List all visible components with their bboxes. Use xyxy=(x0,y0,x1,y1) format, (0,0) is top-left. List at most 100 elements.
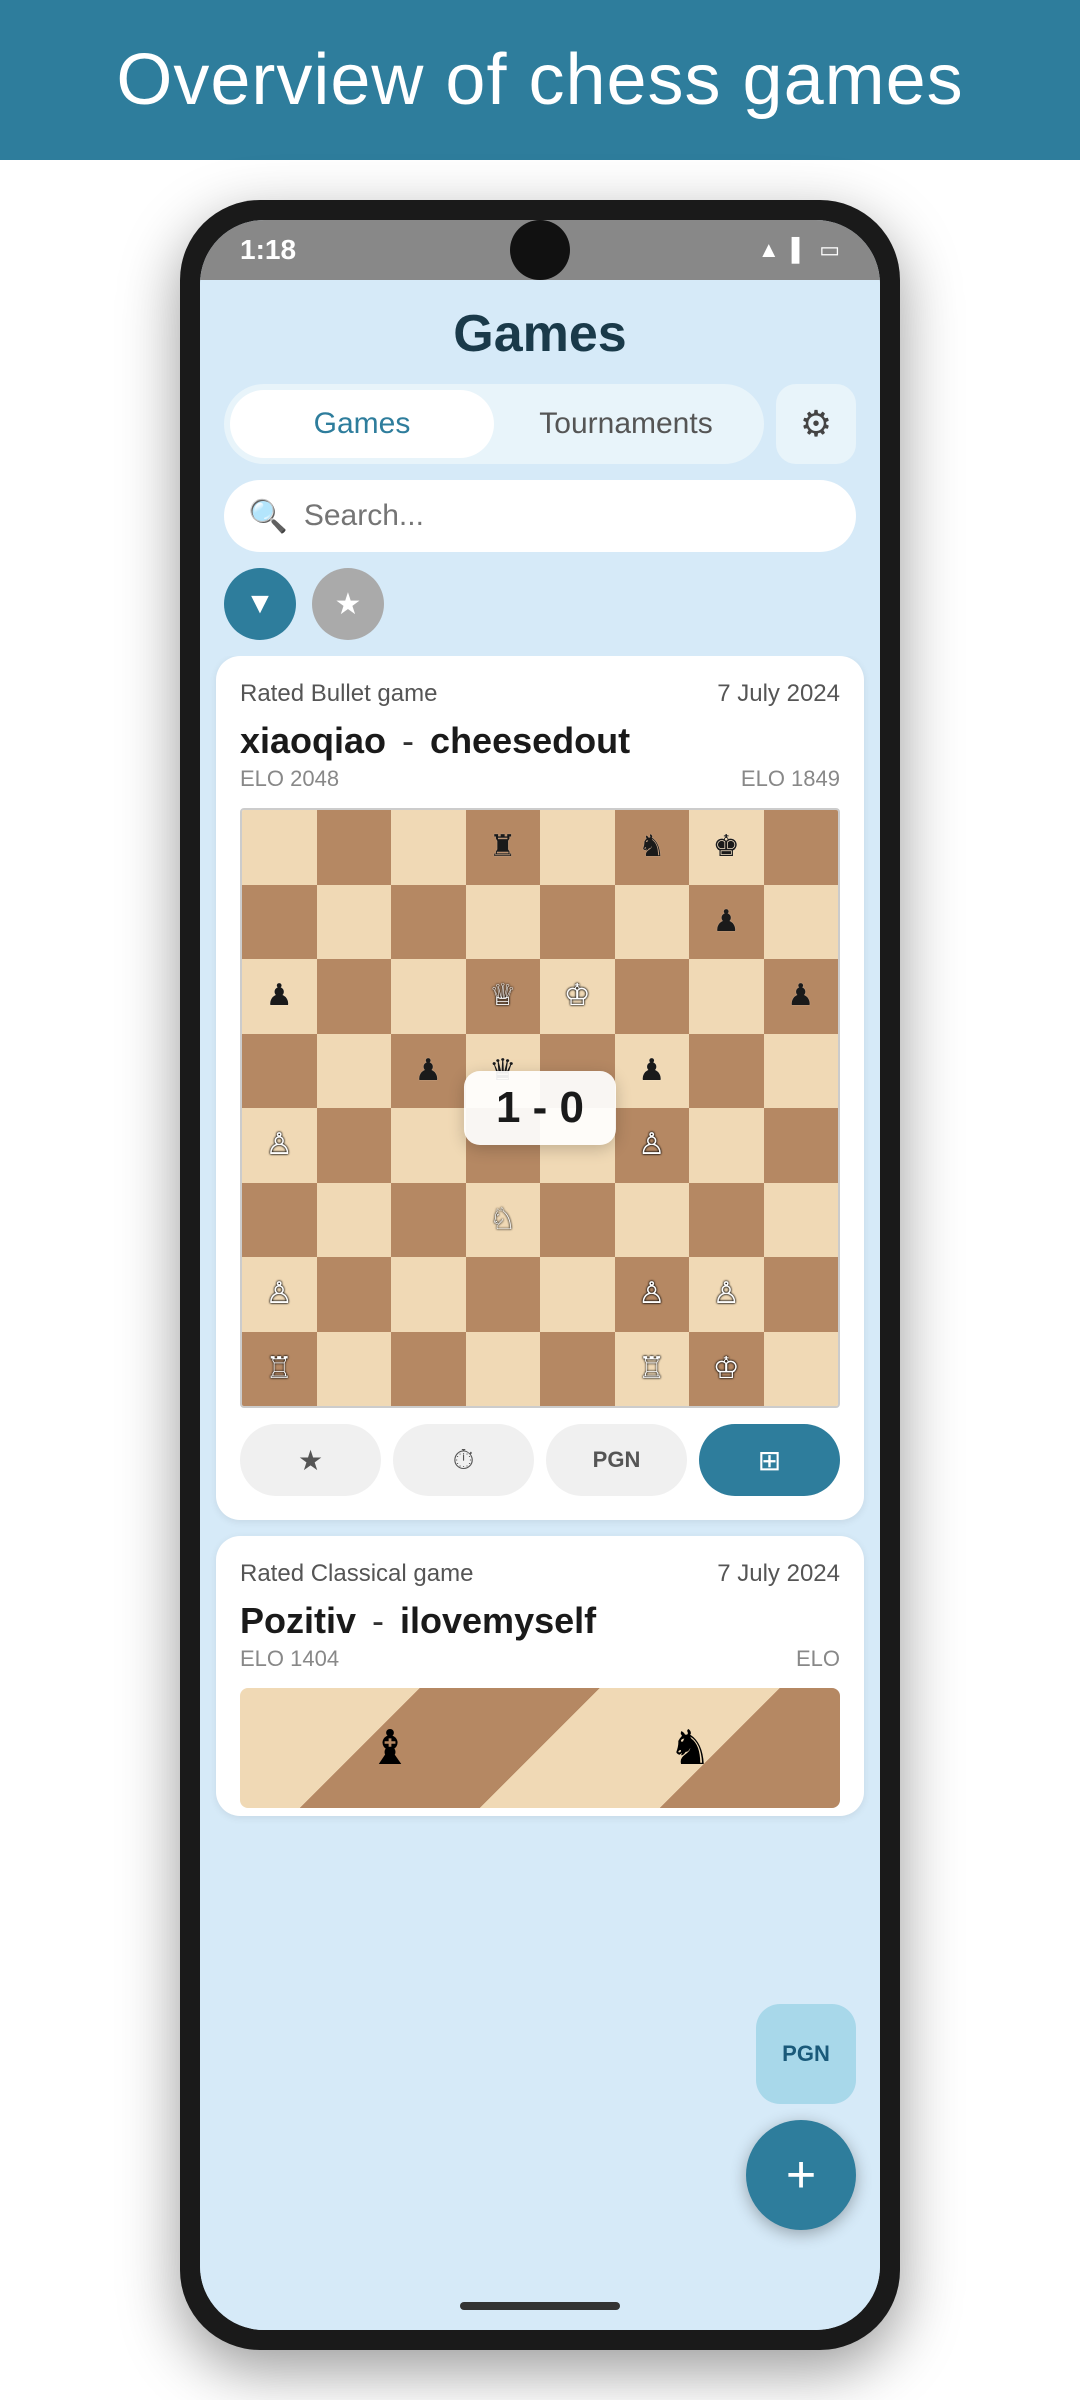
chess-cell-3-0 xyxy=(242,1034,317,1109)
chess-cell-7-5: ♖ xyxy=(615,1332,690,1407)
chess-cell-4-7 xyxy=(764,1108,839,1183)
phone-screen: 1:18 ▲ ▌ ▭ Games Games xyxy=(200,220,880,2330)
chess-cell-3-1 xyxy=(317,1034,392,1109)
chess-piece-1-6: ♟ xyxy=(713,907,740,937)
chess-piece-4-5: ♙ xyxy=(638,1130,665,1160)
game-score: 1 - 0 xyxy=(464,1071,616,1145)
player1-name: xiaoqiao xyxy=(240,720,386,762)
chess-piece-6-6: ♙ xyxy=(713,1279,740,1309)
chess-cell-6-6: ♙ xyxy=(689,1257,764,1332)
filter-icon: ▼ xyxy=(245,587,275,621)
chess-cell-7-1 xyxy=(317,1332,392,1407)
chess-cell-0-4 xyxy=(540,810,615,885)
chess-cell-4-0: ♙ xyxy=(242,1108,317,1183)
chess-piece-5-3: ♘ xyxy=(489,1205,516,1235)
board-preview: ♝ ♞ xyxy=(240,1688,840,1808)
tab-tournaments[interactable]: Tournaments xyxy=(494,390,758,458)
game-card[interactable]: Rated Bullet game 7 July 2024 xiaoqiao -… xyxy=(216,656,864,1520)
chess-cell-7-2 xyxy=(391,1332,466,1407)
elo2-row: ELO 1404 ELO xyxy=(240,1646,840,1672)
clock-button[interactable]: ⏱ xyxy=(393,1424,534,1496)
chess-cell-5-5 xyxy=(615,1183,690,1258)
chess-cell-0-1 xyxy=(317,810,392,885)
chess-cell-2-0: ♟ xyxy=(242,959,317,1034)
game2-type: Rated Classical game xyxy=(240,1560,473,1588)
action-row: ★ ⏱ PGN ⊞ xyxy=(240,1424,840,1496)
chess-cell-7-6: ♔ xyxy=(689,1332,764,1407)
player1-elo: ELO 2048 xyxy=(240,766,339,792)
elo-row: ELO 2048 ELO 1849 xyxy=(240,766,840,792)
chess-cell-1-4 xyxy=(540,885,615,960)
settings-button[interactable]: ⚙ xyxy=(776,384,856,464)
chess-cell-1-3 xyxy=(466,885,541,960)
header-title: Overview of chess games xyxy=(116,39,963,121)
chess-piece-4-0: ♙ xyxy=(266,1130,293,1160)
chess-cell-5-7 xyxy=(764,1183,839,1258)
chess-cell-7-4 xyxy=(540,1332,615,1407)
analyze-button[interactable]: ⊞ xyxy=(699,1424,840,1496)
pgn-button[interactable]: PGN xyxy=(546,1424,687,1496)
chess-cell-5-2 xyxy=(391,1183,466,1258)
analyze-icon: ⊞ xyxy=(758,1444,781,1477)
chess-cell-2-3: ♕ xyxy=(466,959,541,1034)
game-card2-header: Rated Classical game 7 July 2024 xyxy=(240,1560,840,1588)
players2-row: Pozitiv - ilovemyself xyxy=(240,1600,840,1642)
chess-cell-2-7: ♟ xyxy=(764,959,839,1034)
star-icon: ★ xyxy=(298,1444,323,1477)
fab-add-button[interactable]: + xyxy=(746,2120,856,2230)
chess-piece-0-6: ♚ xyxy=(713,832,740,862)
chess-cell-1-7 xyxy=(764,885,839,960)
chess-cell-5-1 xyxy=(317,1183,392,1258)
status-bar: 1:18 ▲ ▌ ▭ xyxy=(200,220,880,280)
chess-cell-6-1 xyxy=(317,1257,392,1332)
chess-cell-6-0: ♙ xyxy=(242,1257,317,1332)
chess-piece-2-3: ♕ xyxy=(489,981,516,1011)
chess-cell-0-6: ♚ xyxy=(689,810,764,885)
chess-cell-4-5: ♙ xyxy=(615,1108,690,1183)
signal-icon: ▌ xyxy=(792,237,808,263)
chess-cell-5-0 xyxy=(242,1183,317,1258)
chess-board[interactable]: ♜♞♚♟♟♕♔♟♟♛♟♙♙♘♙♙♙♖♖♔1 - 0 xyxy=(240,808,840,1408)
phone-frame: 1:18 ▲ ▌ ▭ Games Games xyxy=(180,200,900,2350)
piece-preview-1: ♝ xyxy=(368,1720,411,1776)
chess-cell-0-5: ♞ xyxy=(615,810,690,885)
filter-button[interactable]: ▼ xyxy=(224,568,296,640)
fab-pgn-button[interactable]: PGN xyxy=(756,2004,856,2104)
battery-icon: ▭ xyxy=(819,237,840,263)
chess-cell-2-6 xyxy=(689,959,764,1034)
game-card-partial[interactable]: Rated Classical game 7 July 2024 Pozitiv… xyxy=(216,1536,864,1816)
chess-cell-0-7 xyxy=(764,810,839,885)
chess-piece-0-5: ♞ xyxy=(638,832,665,862)
chess-cell-1-6: ♟ xyxy=(689,885,764,960)
favorite-button[interactable]: ★ xyxy=(240,1424,381,1496)
player2-name: cheesedout xyxy=(430,720,630,762)
search-bar[interactable]: 🔍 xyxy=(224,480,856,552)
tab-games[interactable]: Games xyxy=(230,390,494,458)
chess-cell-4-2 xyxy=(391,1108,466,1183)
player2-elo: ELO 1849 xyxy=(741,766,840,792)
chess-cell-7-3 xyxy=(466,1332,541,1407)
chess-cell-4-6 xyxy=(689,1108,764,1183)
search-input[interactable] xyxy=(304,499,832,533)
chess-cell-0-0 xyxy=(242,810,317,885)
player3-elo: ELO 1404 xyxy=(240,1646,339,1672)
player3-name: Pozitiv xyxy=(240,1600,356,1642)
favorites-filter-button[interactable]: ★ xyxy=(312,568,384,640)
chess-cell-3-7 xyxy=(764,1034,839,1109)
game-card-header: Rated Bullet game 7 July 2024 xyxy=(240,680,840,708)
phone-wrapper: 1:18 ▲ ▌ ▭ Games Games xyxy=(0,160,1080,2400)
game-type: Rated Bullet game xyxy=(240,680,437,708)
chess-piece-7-6: ♔ xyxy=(713,1354,740,1384)
filter-row: ▼ ★ xyxy=(224,568,856,640)
chess-cell-2-2 xyxy=(391,959,466,1034)
chess-cell-6-5: ♙ xyxy=(615,1257,690,1332)
fab-pgn-icon: PGN xyxy=(782,2041,830,2067)
tabs-row: Games Tournaments ⚙ xyxy=(224,384,856,464)
chess-cell-6-4 xyxy=(540,1257,615,1332)
fab-add-icon: + xyxy=(786,2145,816,2205)
chess-cell-2-5 xyxy=(615,959,690,1034)
chess-piece-0-3: ♜ xyxy=(489,832,516,862)
app-title: Games xyxy=(200,280,880,384)
chess-cell-5-6 xyxy=(689,1183,764,1258)
tabs-container: Games Tournaments xyxy=(224,384,764,464)
